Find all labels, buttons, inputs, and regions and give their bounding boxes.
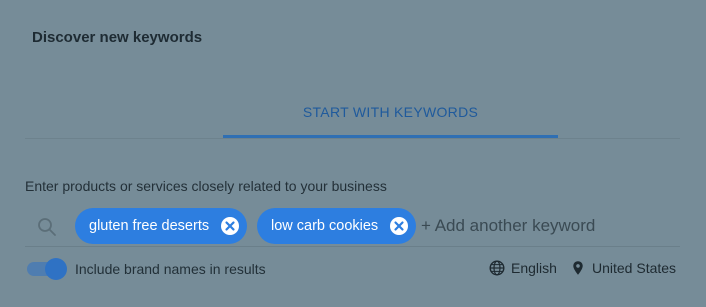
keyword-hint: Enter products or services closely relat…	[25, 178, 387, 194]
brand-names-label: Include brand names in results	[75, 261, 266, 277]
keyword-input-row[interactable]: gluten free deserts low carb cookies + A…	[25, 206, 680, 247]
close-circle-icon[interactable]	[219, 215, 241, 237]
brand-names-toggle[interactable]	[27, 258, 67, 280]
keyword-chip[interactable]: low carb cookies	[257, 208, 416, 244]
location-value: United States	[592, 260, 677, 276]
keyword-chip-label: low carb cookies	[271, 218, 379, 234]
language-selector[interactable]: English	[489, 258, 557, 278]
search-icon	[37, 217, 57, 237]
tab-label: START WITH KEYWORDS	[302, 104, 479, 120]
toggle-knob	[45, 258, 67, 280]
globe-icon	[489, 260, 505, 276]
close-circle-icon[interactable]	[388, 215, 410, 237]
keyword-chip[interactable]: gluten free deserts	[75, 208, 247, 244]
tabs-divider	[25, 138, 680, 139]
page-title: Discover new keywords	[32, 29, 203, 46]
language-value: English	[511, 260, 557, 276]
tab-start-with-keywords[interactable]: START WITH KEYWORDS	[223, 100, 558, 138]
location-pin-icon	[570, 260, 586, 276]
location-selector[interactable]: United States	[570, 258, 676, 278]
add-keyword-input[interactable]: + Add another keyword	[421, 216, 595, 236]
keyword-chip-label: gluten free deserts	[89, 218, 210, 234]
